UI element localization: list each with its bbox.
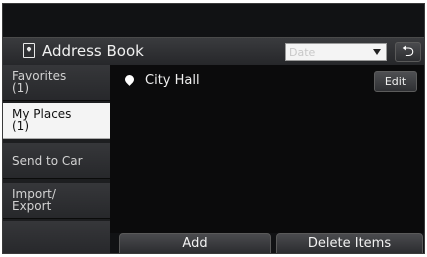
title-bar: Address Book ⮌ — [3, 37, 424, 66]
date-field[interactable] — [289, 44, 369, 60]
sidebar-item-label-2: Export — [12, 199, 52, 213]
sidebar-item-import-export[interactable]: Import/ Export — [3, 183, 110, 219]
sidebar-item-favorites[interactable]: Favorites (1) — [3, 65, 110, 101]
places-list: City Hall Edit — [110, 65, 424, 233]
list-item[interactable]: City Hall Edit — [110, 65, 424, 101]
sort-date-dropdown[interactable] — [285, 43, 387, 61]
back-button[interactable]: ⮌ — [395, 42, 421, 62]
edit-button[interactable]: Edit — [374, 71, 417, 92]
address-book-icon — [23, 43, 35, 58]
add-button[interactable]: Add — [119, 233, 271, 253]
address-book-screen: Address Book ⮌ Favorites (1) My Places (… — [2, 3, 425, 254]
back-arrow-icon: ⮌ — [401, 42, 414, 60]
sidebar-item-my-places[interactable]: My Places (1) — [3, 103, 112, 139]
sidebar-empty-slot — [3, 221, 110, 253]
sidebar-item-label: Send to Car — [12, 154, 83, 168]
sidebar-item-count: (1) — [12, 119, 29, 133]
delete-items-button[interactable]: Delete Items — [276, 233, 423, 253]
sidebar-item-count: (1) — [12, 81, 29, 95]
action-bar: Add Delete Items — [110, 233, 424, 253]
location-pin-icon — [123, 73, 136, 86]
category-sidebar: Favorites (1) My Places (1) Send to Car … — [3, 65, 112, 253]
sidebar-item-send-to-car[interactable]: Send to Car — [3, 143, 110, 179]
chevron-down-icon[interactable] — [373, 49, 381, 55]
place-name: City Hall — [145, 73, 200, 88]
page-title: Address Book — [42, 42, 144, 60]
